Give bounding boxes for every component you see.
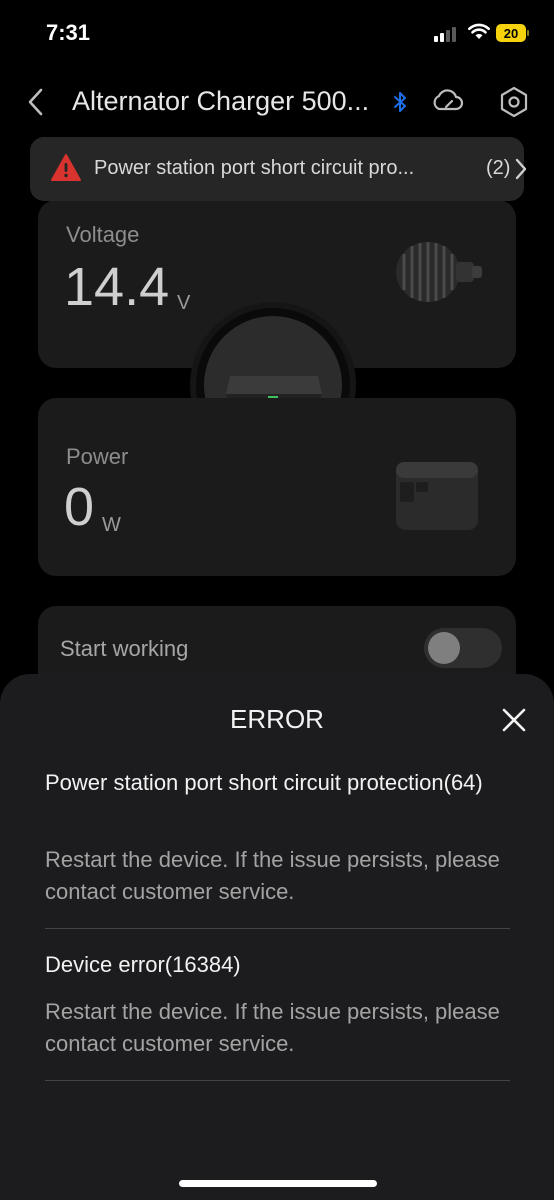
chevron-right-icon xyxy=(515,158,527,180)
close-icon[interactable] xyxy=(500,706,528,734)
power-unit: W xyxy=(102,514,121,536)
start-working-toggle[interactable] xyxy=(424,628,502,668)
hexagon-settings-icon[interactable] xyxy=(498,85,530,119)
error-description: Restart the device. If the issue persist… xyxy=(45,999,500,1056)
navigation-bar: Alternator Charger 500... xyxy=(0,70,554,134)
toggle-knob xyxy=(428,632,460,664)
chevron-left-icon[interactable] xyxy=(24,84,48,120)
alert-text: Power station port short circuit pro... xyxy=(94,157,415,179)
error-description: Restart the device. If the issue persist… xyxy=(45,847,500,904)
error-divider xyxy=(45,928,510,929)
bluetooth-icon xyxy=(394,92,406,112)
page-title: Alternator Charger 500... xyxy=(72,86,370,116)
voltage-unit: V xyxy=(177,292,191,314)
error-title: Device error(16384) xyxy=(45,952,241,977)
voltage-value: 14.4 xyxy=(64,257,170,317)
start-working-label: Start working xyxy=(60,636,189,661)
error-title: Power station port short circuit protect… xyxy=(45,770,483,795)
error-sheet-title: ERROR xyxy=(230,704,324,734)
error-divider xyxy=(45,1080,510,1081)
home-indicator xyxy=(179,1180,377,1187)
alert-count: (2) xyxy=(486,157,511,179)
alternator-image xyxy=(396,242,482,302)
warning-triangle-icon xyxy=(51,154,81,181)
power-value: 0 xyxy=(64,477,95,537)
cloud-sync-icon[interactable] xyxy=(430,86,464,116)
power-station-image xyxy=(396,462,478,530)
power-label: Power xyxy=(66,444,129,469)
error-bottom-sheet xyxy=(0,674,554,1200)
voltage-label: Voltage xyxy=(66,222,140,247)
alert-banner[interactable]: Power station port short circuit pro... … xyxy=(30,137,527,201)
